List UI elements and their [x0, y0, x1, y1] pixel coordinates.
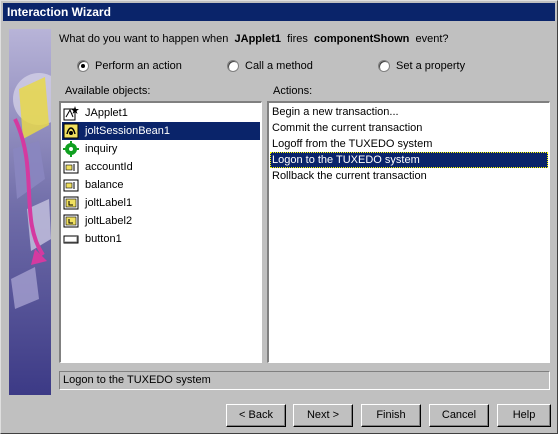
actions-list[interactable]: Begin a new transaction... Commit the cu… — [267, 101, 550, 363]
action-item-commit-transaction[interactable]: Commit the current transaction — [270, 120, 548, 136]
wizard-side-image — [9, 29, 51, 395]
object-item-joltlabel1[interactable]: joltLabel1 — [62, 194, 260, 212]
object-item-button1[interactable]: button1 — [62, 230, 260, 248]
label-icon — [63, 196, 79, 210]
finish-button[interactable]: Finish — [361, 404, 421, 427]
option-set-property[interactable]: Set a property — [378, 58, 465, 74]
object-label: joltLabel1 — [85, 197, 133, 209]
option-perform-action[interactable]: Perform an action — [77, 58, 182, 74]
actions-label: Actions: — [273, 85, 313, 97]
text-field-icon — [63, 179, 79, 192]
object-item-joltsessionbean1[interactable]: joltSessionBean1 — [62, 122, 260, 140]
next-button-label: Next > — [306, 409, 340, 421]
finish-button-label: Finish — [376, 409, 406, 421]
question-suffix: event? — [415, 33, 449, 45]
action-item-rollback[interactable]: Rollback the current transaction — [270, 168, 548, 184]
event-source: JApplet1 — [234, 33, 281, 45]
help-button[interactable]: Help — [497, 404, 551, 427]
object-item-accountid[interactable]: accountId — [62, 158, 260, 176]
option-call-method-label: Call a method — [245, 60, 313, 72]
option-set-property-label: Set a property — [396, 60, 466, 72]
back-button[interactable]: < Back — [226, 404, 286, 427]
object-item-japplet1[interactable]: JApplet1 — [62, 104, 260, 122]
question-prefix: What do you want to happen when — [59, 33, 229, 45]
object-label: accountId — [85, 161, 133, 173]
available-objects-list[interactable]: JApplet1 joltSessionBean1 inquiry accoun… — [59, 101, 262, 363]
object-item-inquiry[interactable]: inquiry — [62, 140, 260, 158]
object-label: inquiry — [85, 143, 118, 155]
event-name: componentShown — [314, 33, 410, 45]
button-icon — [63, 235, 79, 244]
gear-icon — [63, 141, 79, 157]
object-item-balance[interactable]: balance — [62, 176, 260, 194]
object-item-joltlabel2[interactable]: joltLabel2 — [62, 212, 260, 230]
session-bean-icon — [63, 123, 79, 139]
object-label: balance — [85, 179, 124, 191]
cancel-button-label: Cancel — [441, 409, 477, 421]
option-perform-action-label: Perform an action — [95, 60, 182, 72]
window-title: Interaction Wizard — [3, 3, 555, 21]
action-item-begin-transaction[interactable]: Begin a new transaction... — [270, 104, 548, 120]
radio-perform-action[interactable] — [77, 60, 89, 72]
cancel-button[interactable]: Cancel — [429, 404, 489, 427]
event-question: What do you want to happen when JApplet1… — [59, 33, 449, 45]
object-label: joltSessionBean1 — [83, 125, 173, 137]
action-item-logoff[interactable]: Logoff from the TUXEDO system — [270, 136, 548, 152]
question-middle: fires — [287, 33, 308, 45]
object-label: JApplet1 — [85, 107, 128, 119]
next-button[interactable]: Next > — [293, 404, 353, 427]
object-label: button1 — [85, 233, 122, 245]
text-field-icon — [63, 161, 79, 174]
back-button-label: < Back — [239, 409, 273, 421]
action-item-logon[interactable]: Logon to the TUXEDO system — [270, 152, 548, 168]
status-description: Logon to the TUXEDO system — [59, 371, 550, 390]
option-call-method[interactable]: Call a method — [227, 58, 313, 74]
radio-call-method[interactable] — [227, 60, 239, 72]
radio-set-property[interactable] — [378, 60, 390, 72]
interaction-wizard-window: Interaction Wizard What do you want to h… — [0, 0, 558, 434]
label-icon — [63, 214, 79, 228]
help-button-label: Help — [512, 409, 536, 421]
applet-icon — [63, 106, 79, 121]
available-objects-label: Available objects: — [65, 85, 151, 97]
object-label: joltLabel2 — [85, 215, 133, 227]
